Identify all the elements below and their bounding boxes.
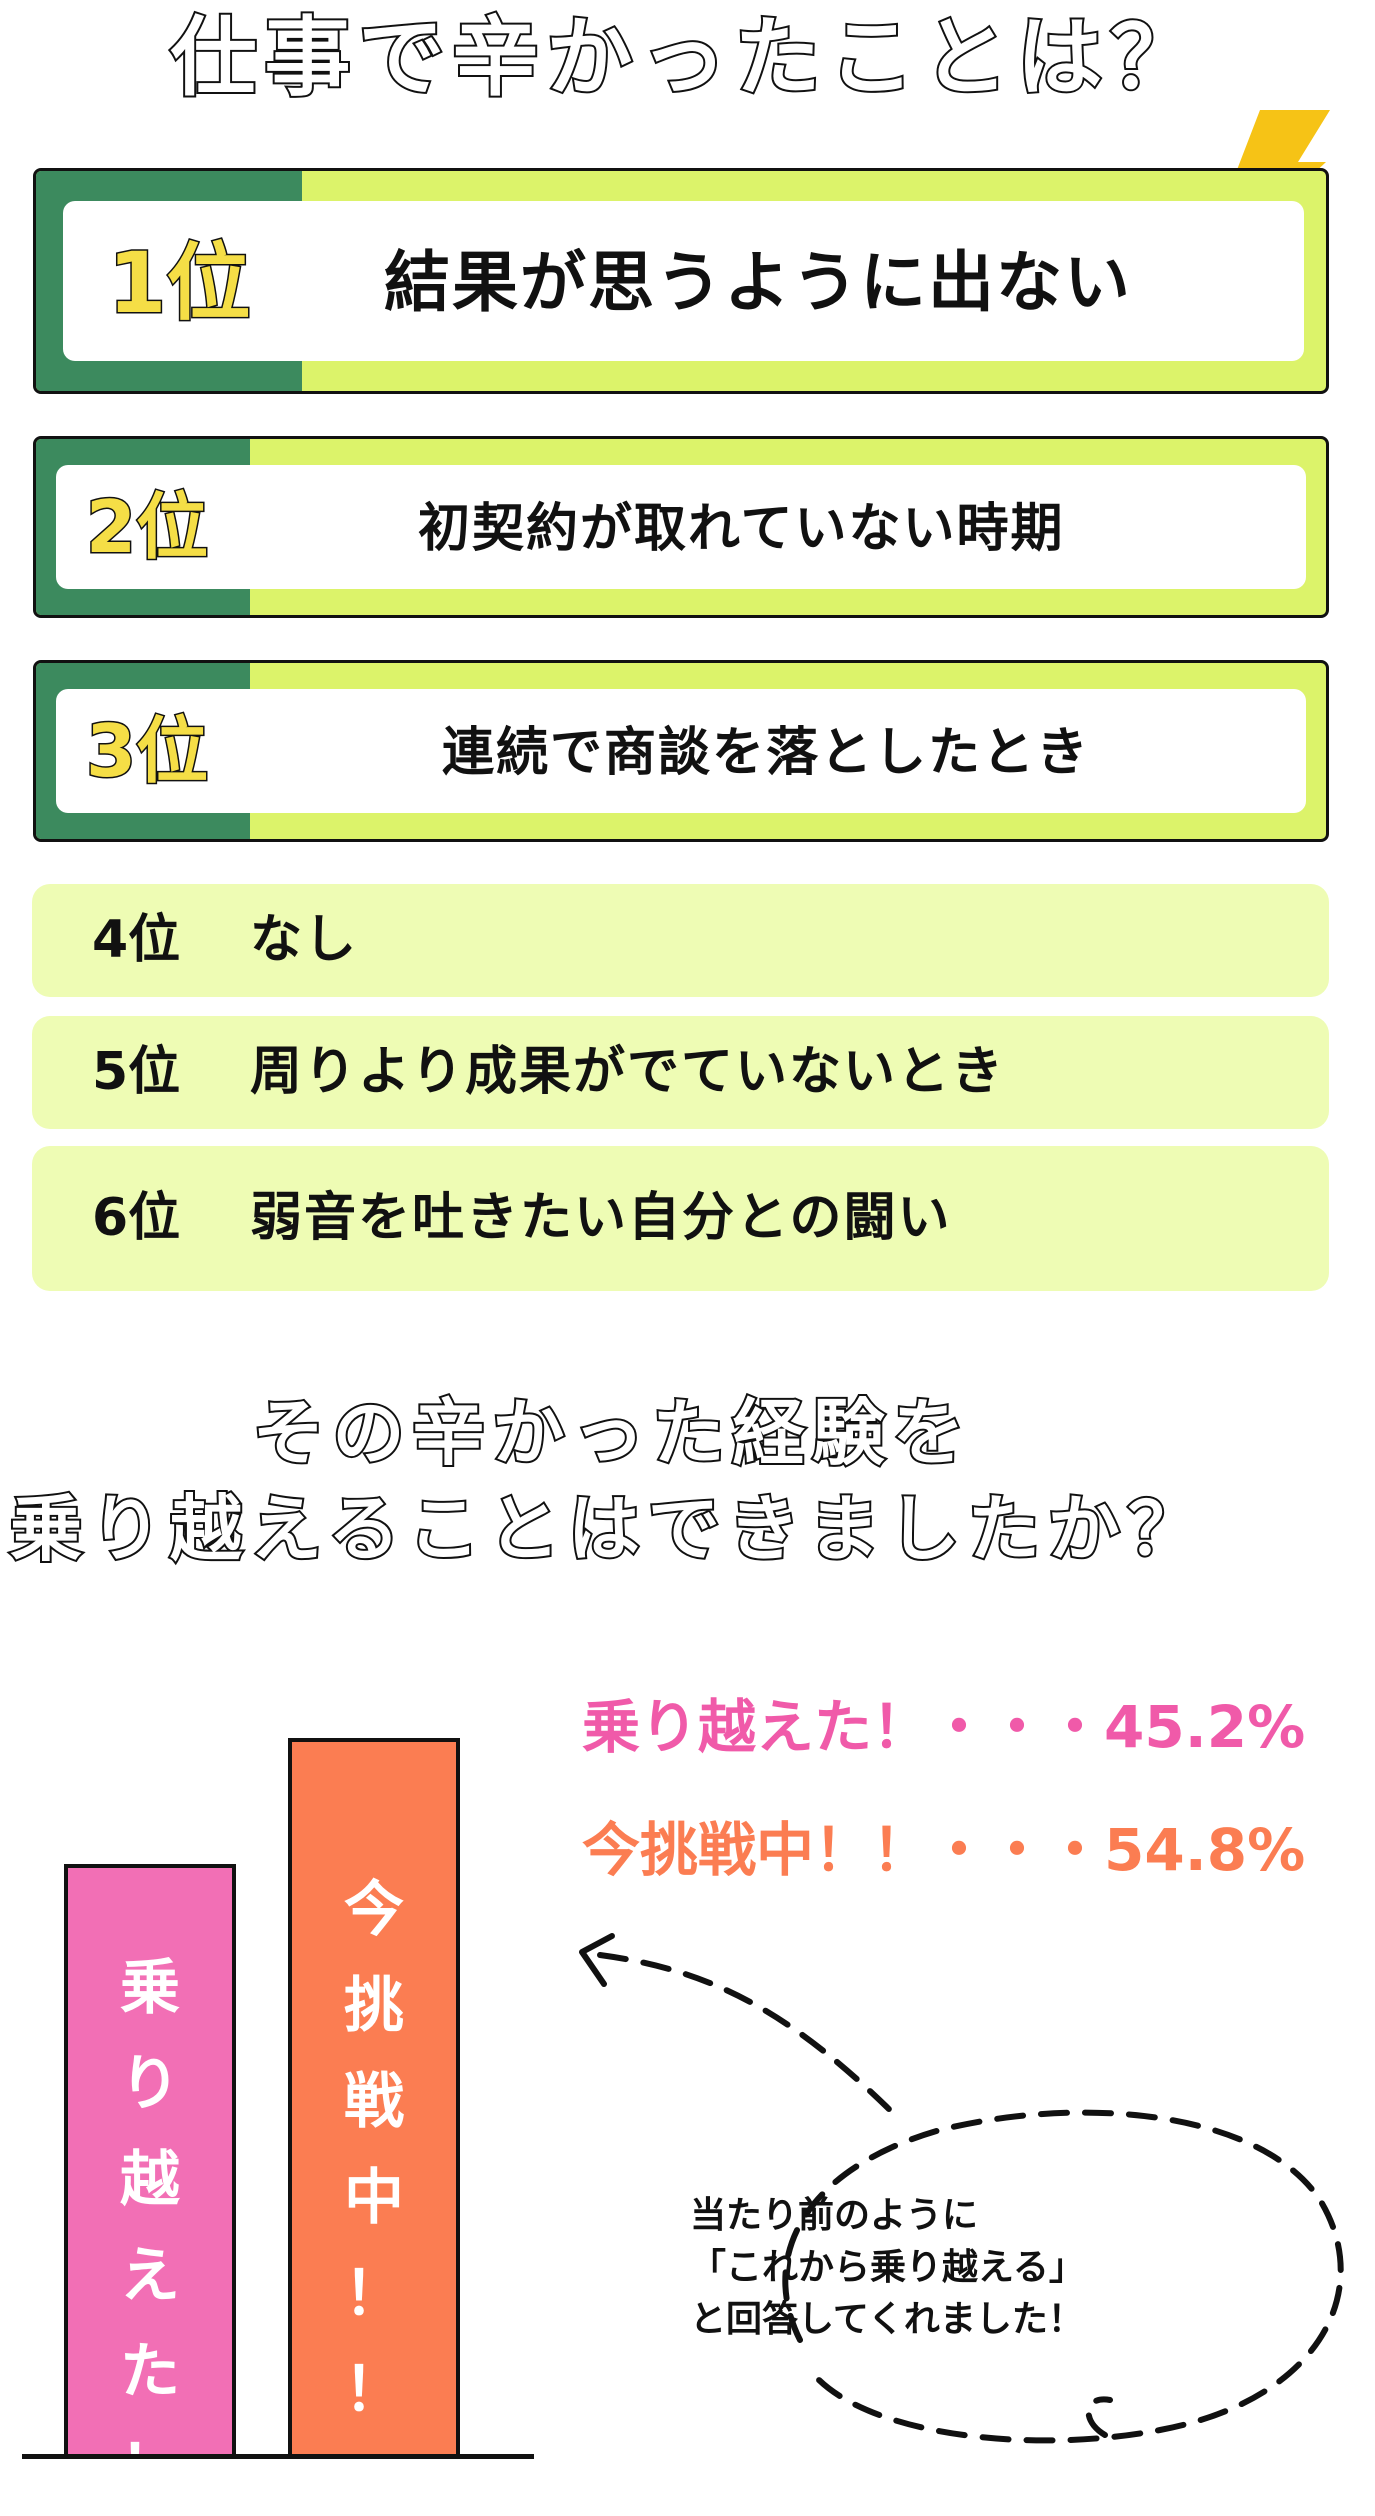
rank-1-card: 1位 結果が思うように出ない [33,168,1329,394]
rank-1-label: 1位 [106,233,251,334]
bar-overcome-char: 越 [120,2145,180,2215]
bar-challenging-label: 今挑戦中 ！ ！ [292,1862,456,2438]
bar-overcome-char: た [120,2337,180,2407]
arrow-line [597,1952,903,2123]
bubble-text: 当たり前のように 「これから乗り越える」 と回答してくれました！ [690,2190,1250,2346]
rank-6-row: 6位 弱音を吐きたい自分との闘い [32,1146,1329,1291]
stat-challenging: 今挑戦中！！・・・54.8% [582,1815,1305,1885]
bar-challenging-char: ！ [344,2355,404,2425]
bubble-tail [1085,2396,1113,2438]
bar-overcome-char: 乗 [120,1953,180,2023]
rank-2-label: 2位 [84,484,209,571]
bar-challenging-char: ！ [344,2259,404,2329]
bar-overcome-label: 乗り越えた ！ [68,1940,232,2516]
bar-overcome-char: り [120,2049,180,2119]
bar-challenging-char: 中 [344,2163,404,2233]
bar-overcome-char: ！ [120,2433,180,2503]
rank-1-text: 結果が思うように出ない [384,244,1132,321]
bar-challenging: 今挑戦中 ！ ！ [288,1738,460,2456]
main-title: 仕事で辛かったことは？ [169,6,1205,110]
bar-overcome: 乗り越えた ！ [64,1864,236,2503]
rank-6-label: 6位 [92,1188,181,1248]
rank-5-row: 5位 周りより成果がでていないとき [32,1016,1329,1129]
stat-overcome-label: 乗り越えた！・・・ [582,1693,1105,1761]
bar-challenging-char: 戦 [344,2067,404,2137]
rank-3-label: 3位 [84,708,209,795]
rank-3-card: 3位 連続で商談を落としたとき [33,660,1329,842]
bar-overcome-char: え [120,2241,180,2311]
section-title-line-1: その辛かった経験を [250,1389,973,1477]
rank-2-text: 初契約が取れていない時期 [418,499,1065,559]
chart-baseline [22,2454,534,2459]
rank-4-row: 4位 なし [32,884,1329,997]
rank-3-text: 連続で商談を落としたとき [442,723,1091,783]
bar-challenging-char: 今 [344,1875,404,1945]
rank-4-text: なし [250,910,359,970]
rank-5-text: 周りより成果がでていないとき [250,1042,1005,1102]
stat-overcome-value: 45.2% [1104,1693,1306,1761]
rank-6-text: 弱音を吐きたい自分との闘い [250,1188,952,1248]
rank-5-label: 5位 [92,1042,181,1102]
rank-2-card: 2位 初契約が取れていない時期 [33,436,1329,618]
arrowhead-icon [579,1933,615,1987]
stat-challenging-value: 54.8% [1104,1816,1306,1884]
rank-4-label: 4位 [92,910,181,970]
bubble-line-1: 当たり前のように [690,2195,979,2236]
section-title-line-2: 乗り越えることはできましたか？ [8,1485,1208,1573]
stat-challenging-label: 今挑戦中！！・・・ [582,1816,1105,1884]
bubble-line-2: 「これから乗り越える」 [690,2247,1085,2288]
bar-challenging-char: 挑 [344,1971,404,2041]
stat-overcome: 乗り越えた！・・・45.2% [582,1692,1305,1762]
bubble-line-3: と回答してくれました！ [690,2299,1084,2340]
